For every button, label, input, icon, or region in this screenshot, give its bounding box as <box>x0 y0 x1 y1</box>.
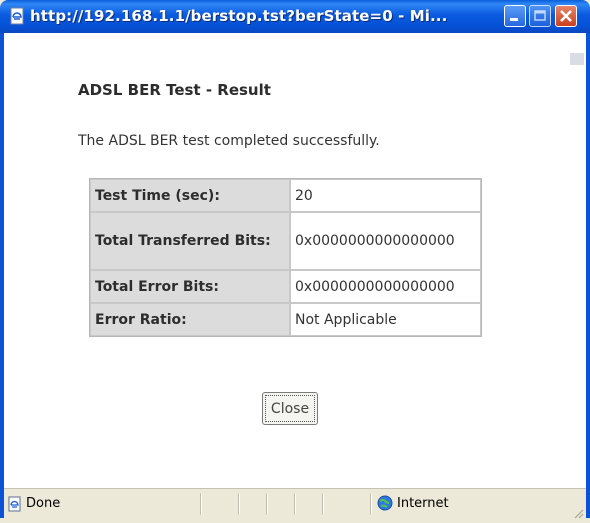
window-title: http://192.168.1.1/berstop.tst?berState=… <box>30 7 448 25</box>
minimize-button[interactable] <box>504 5 526 27</box>
window-frame-right <box>586 33 590 518</box>
resize-grip-icon[interactable] <box>572 504 584 519</box>
table-row: Total Transferred Bits: 0x00000000000000… <box>90 212 481 270</box>
status-divider <box>294 493 296 515</box>
status-divider <box>322 493 324 515</box>
page-content: ADSL BER Test - Result The ADSL BER test… <box>4 33 586 488</box>
page-done-icon <box>7 496 23 512</box>
security-zone-text: Internet <box>397 496 449 511</box>
status-divider <box>266 493 268 515</box>
result-table: Test Time (sec): 20 Total Transferred Bi… <box>89 178 482 337</box>
row-value: 0x0000000000000000 <box>290 212 481 270</box>
result-message: The ADSL BER test completed successfully… <box>78 133 380 149</box>
status-divider <box>370 493 372 515</box>
row-value: 20 <box>290 179 481 212</box>
row-label: Test Time (sec): <box>90 179 290 212</box>
scrollbar-hint <box>570 53 584 65</box>
page-title: ADSL BER Test - Result <box>78 81 271 99</box>
table-row: Error Ratio: Not Applicable <box>90 303 481 336</box>
row-label: Total Transferred Bits: <box>90 212 290 270</box>
status-divider <box>238 493 240 515</box>
table-row: Total Error Bits: 0x0000000000000000 <box>90 270 481 303</box>
status-bar: Done Internet <box>4 488 586 519</box>
status-divider <box>200 493 202 515</box>
browser-popup-window: http://192.168.1.1/berstop.tst?berState=… <box>0 0 590 519</box>
row-label: Total Error Bits: <box>90 270 290 303</box>
ie-page-icon <box>8 7 26 25</box>
row-value: 0x0000000000000000 <box>290 270 481 303</box>
table-row: Test Time (sec): 20 <box>90 179 481 212</box>
row-value: Not Applicable <box>290 303 481 336</box>
status-text: Done <box>26 496 61 511</box>
globe-icon <box>377 495 393 511</box>
close-window-button[interactable] <box>555 5 577 27</box>
maximize-button[interactable] <box>529 5 551 27</box>
close-button[interactable]: Close <box>262 392 318 425</box>
row-label: Error Ratio: <box>90 303 290 336</box>
title-bar[interactable]: http://192.168.1.1/berstop.tst?berState=… <box>0 0 590 33</box>
